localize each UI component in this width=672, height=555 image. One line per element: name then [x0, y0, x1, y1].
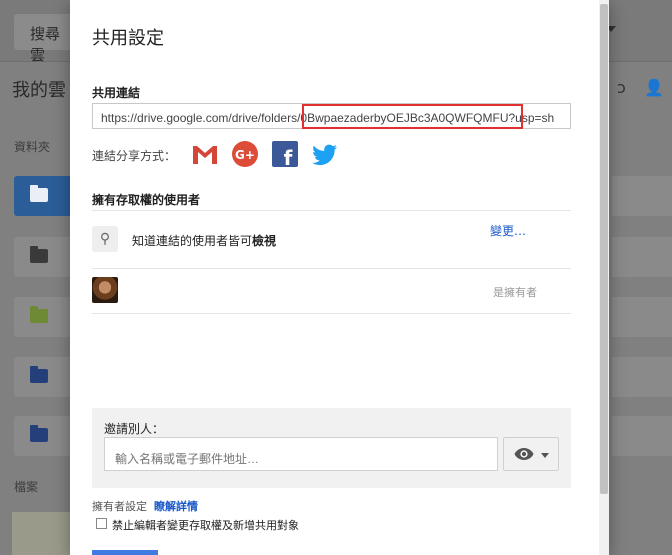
scrollbar[interactable] — [599, 0, 609, 555]
invite-label: 邀請別人： — [104, 422, 165, 436]
share-link-label: 共用連結 — [92, 86, 141, 100]
scrollbar-thumb[interactable] — [600, 4, 608, 494]
svg-text:f: f — [284, 146, 293, 168]
shared-folder-icon — [30, 185, 48, 202]
share-via-label: 連結分享方式： — [92, 149, 177, 163]
add-person-icon: 👤 — [644, 78, 664, 97]
background-folder — [14, 237, 76, 277]
folder-icon — [30, 306, 48, 323]
owner-settings-label: 擁有者設定 — [92, 500, 147, 513]
divider — [92, 268, 571, 269]
background-folders-label: 資料夾 — [14, 140, 51, 154]
facebook-icon[interactable]: f — [270, 140, 300, 168]
gmail-icon[interactable] — [190, 140, 220, 168]
info-icon: ↄ — [617, 78, 626, 97]
background-folder-right — [612, 357, 672, 397]
caret-down-icon — [541, 453, 549, 458]
background-folder — [14, 416, 76, 456]
background-folder-right — [612, 176, 672, 216]
access-list-label: 擁有存取權的使用者 — [92, 193, 201, 207]
folder-icon — [30, 246, 48, 263]
background-folder — [14, 297, 76, 337]
file-thumbnail — [12, 512, 70, 555]
access-text-permission: 檢視 — [252, 234, 277, 248]
background-folder-right — [612, 297, 672, 337]
background-folder-right — [612, 416, 672, 456]
background-folder-right — [612, 237, 672, 277]
google-plus-icon[interactable]: G+ — [230, 140, 260, 168]
divider — [92, 313, 571, 314]
background-folder — [14, 176, 76, 216]
avatar — [92, 277, 118, 303]
divider — [92, 210, 571, 211]
shared-folder-icon — [30, 366, 48, 383]
learn-more-link[interactable]: 瞭解詳情 — [154, 498, 198, 514]
access-text-prefix: 知道連結的使用者皆可 — [132, 234, 253, 248]
twitter-icon[interactable] — [310, 140, 340, 168]
folder-icon — [30, 425, 48, 442]
invite-panel: 邀請別人： — [92, 408, 571, 488]
restrict-editors-checkbox[interactable] — [96, 518, 107, 529]
background-folder — [14, 357, 76, 397]
change-access-link[interactable]: 變更… — [490, 222, 526, 239]
svg-text:G+: G+ — [235, 148, 255, 162]
invite-input[interactable] — [104, 437, 498, 471]
link-access-text: 知道連結的使用者皆可檢視 — [132, 232, 276, 249]
dialog-title: 共用設定 — [92, 28, 164, 49]
eye-icon — [514, 448, 534, 460]
background-files-label: 檔案 — [14, 480, 39, 494]
restrict-editors-label: 禁止編輯者變更存取權及新增共用對象 — [112, 519, 299, 532]
share-settings-dialog: 共用設定 共用連結 連結分享方式： G+ f 擁有存取權的使用者 ⚲ 知道連結的… — [70, 0, 609, 555]
background-search-box: 搜尋雲 — [14, 14, 74, 64]
background-title: 我的雲 — [12, 80, 66, 101]
done-button[interactable] — [92, 550, 158, 555]
highlight-box — [302, 104, 523, 129]
permission-dropdown-button[interactable] — [503, 437, 559, 471]
owner-role-text: 是擁有者 — [493, 286, 537, 299]
link-access-icon: ⚲ — [92, 226, 118, 252]
